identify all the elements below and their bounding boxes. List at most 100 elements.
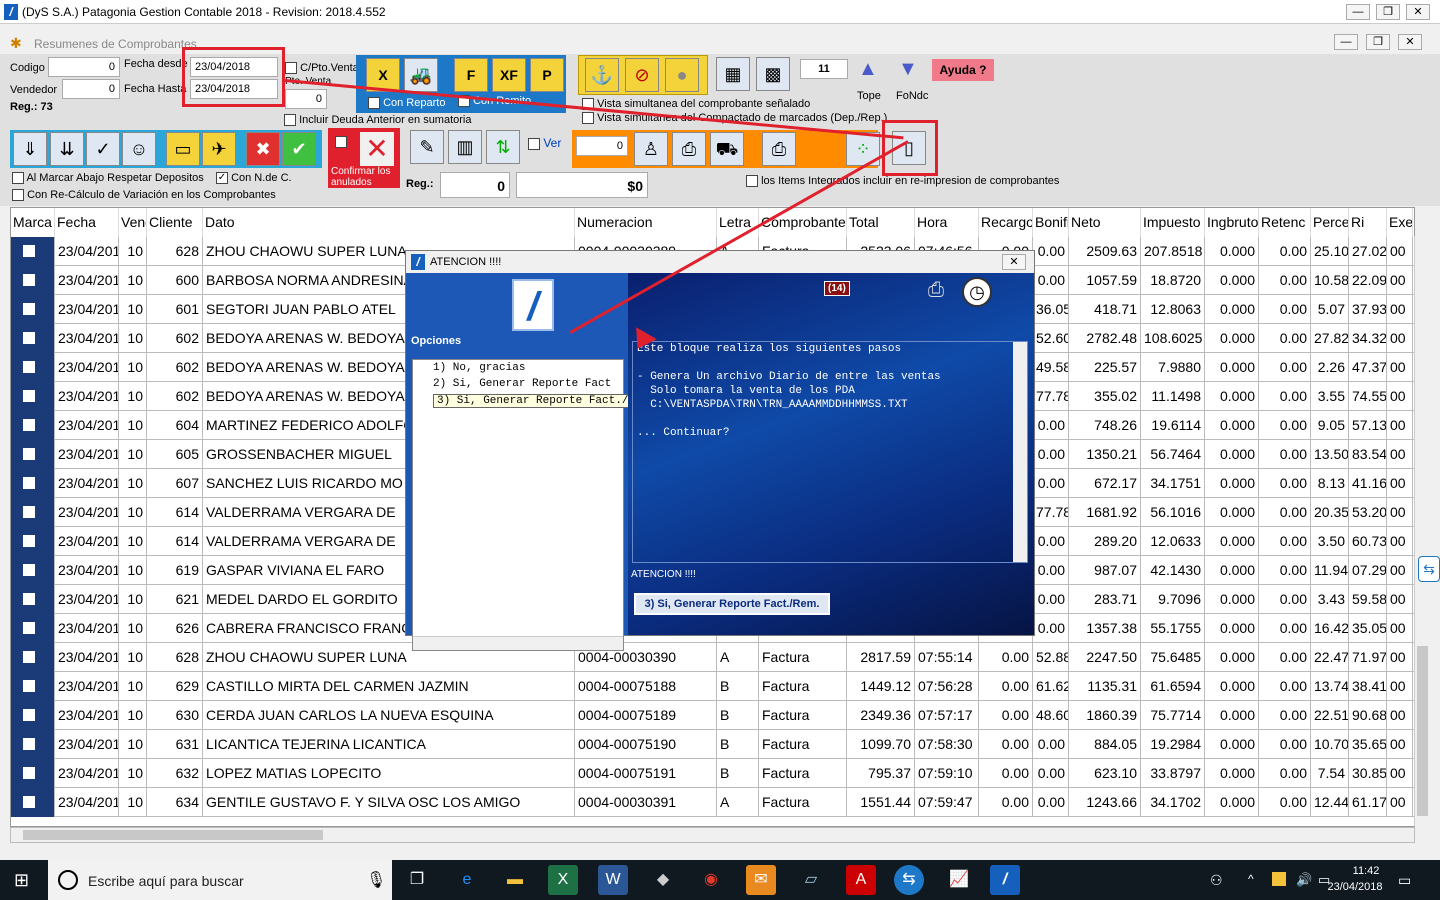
con-reparto-check[interactable]: Con Reparto bbox=[368, 97, 445, 110]
row-mark-checkbox[interactable] bbox=[11, 295, 55, 324]
chevron-up-icon[interactable]: ^ bbox=[1248, 872, 1254, 886]
pallet-icon[interactable]: ▦ bbox=[716, 57, 750, 91]
incluir-deuda-check[interactable]: Incluir Deuda Anterior en sumatoria bbox=[284, 114, 472, 127]
sort-icon[interactable]: ⇅ bbox=[486, 130, 520, 164]
table-row[interactable]: 23/04/201 10 631 LICANTICA TEJERINA LICANTI… bbox=[11, 730, 1414, 759]
column-header[interactable]: Ri bbox=[1349, 208, 1387, 237]
head-icon[interactable]: ● bbox=[665, 58, 699, 92]
generate-report-button[interactable]: 3) Si, Generar Reporte Fact./Rem. bbox=[634, 593, 830, 615]
option-1[interactable]: 1) No, gracias bbox=[433, 362, 525, 374]
table-row[interactable]: 23/04/201 10 629 CASTILLO MIRTA DEL CARMEN … bbox=[11, 672, 1414, 701]
tray-app-icon[interactable] bbox=[1272, 872, 1286, 886]
column-header[interactable]: Vend bbox=[119, 208, 147, 237]
tope-icon[interactable]: ▲ bbox=[858, 58, 882, 82]
column-header[interactable]: Numeracion bbox=[575, 208, 717, 237]
child-restore-button[interactable]: ❐ bbox=[1366, 34, 1390, 50]
column-header[interactable]: Dato bbox=[203, 208, 575, 237]
fecha-hasta-input[interactable]: 23/04/2018 bbox=[190, 79, 278, 99]
column-header[interactable]: Comprobante bbox=[759, 208, 847, 237]
confirmar-check[interactable] bbox=[335, 136, 347, 148]
printer-icon[interactable]: ⎙ bbox=[928, 279, 956, 305]
confirmar-anulados-panel[interactable]: ✕ Confirmar los anulados bbox=[328, 128, 400, 188]
row-mark-checkbox[interactable] bbox=[11, 324, 55, 353]
edit-document-icon[interactable]: ✎ bbox=[410, 130, 444, 164]
accept-icon[interactable]: ✔ bbox=[282, 132, 316, 166]
ptoventa-input[interactable]: 0 bbox=[285, 89, 327, 109]
file-explorer-icon[interactable]: ▬ bbox=[500, 865, 530, 895]
row-mark-checkbox[interactable] bbox=[11, 498, 55, 527]
mark-all-icon[interactable]: ⇊ bbox=[50, 132, 84, 166]
printer-icon[interactable]: ⎙ bbox=[762, 132, 796, 166]
fondc-icon[interactable]: ▼ bbox=[898, 58, 922, 82]
child-minimize-button[interactable]: — bbox=[1334, 34, 1358, 50]
row-mark-checkbox[interactable] bbox=[11, 759, 55, 788]
row-mark-checkbox[interactable] bbox=[11, 411, 55, 440]
table-row[interactable]: 23/04/201 10 632 LOPEZ MATIAS LOPECITO 0004-… bbox=[11, 759, 1414, 788]
truck-icon[interactable]: ⛟ bbox=[710, 132, 744, 166]
restore-button[interactable]: ❐ bbox=[1376, 4, 1400, 20]
info-scrollbar[interactable] bbox=[1013, 342, 1027, 562]
chart-app-icon[interactable]: 📈 bbox=[944, 865, 974, 895]
teamviewer-icon[interactable]: ⇆ bbox=[894, 865, 924, 895]
notifications-icon[interactable]: ▭ bbox=[1398, 872, 1411, 889]
horizontal-scrollbar-thumb[interactable] bbox=[23, 830, 323, 840]
row-mark-checkbox[interactable] bbox=[11, 266, 55, 295]
clock-time[interactable]: 11:42 bbox=[1336, 865, 1396, 877]
con-ndec-check[interactable]: Con N.de C. bbox=[216, 172, 292, 185]
folder-icon[interactable]: ▭ bbox=[166, 132, 200, 166]
anchor-icon[interactable]: ⚓ bbox=[585, 58, 619, 92]
excel-icon[interactable]: X bbox=[548, 865, 578, 895]
codigo-input[interactable]: 0 bbox=[48, 57, 120, 77]
check-person-icon[interactable]: ✓ bbox=[86, 132, 120, 166]
column-header[interactable]: Ingbruto bbox=[1205, 208, 1259, 237]
chrome-icon[interactable]: ◉ bbox=[696, 865, 726, 895]
column-header[interactable]: Exe bbox=[1387, 208, 1413, 237]
column-header[interactable]: Marca bbox=[11, 208, 55, 237]
child-close-button[interactable]: ✕ bbox=[1398, 34, 1422, 50]
microphone-icon[interactable]: 🎙 bbox=[366, 870, 386, 890]
teamviewer-side-icon[interactable]: ⇆ bbox=[1418, 556, 1440, 582]
cptoventa-check[interactable]: C/Pto.Venta bbox=[285, 62, 359, 75]
outlook-icon[interactable]: ✉ bbox=[746, 865, 776, 895]
options-hscroll[interactable] bbox=[413, 636, 623, 650]
option-2[interactable]: 2) Si, Generar Reporte Fact bbox=[433, 378, 623, 390]
minimize-button[interactable]: — bbox=[1346, 4, 1370, 20]
table-row[interactable]: 23/04/20110628ZHOU CHAOWU SUPER LUNA0004… bbox=[11, 643, 1414, 672]
vista-simultanea-check[interactable]: Vista simultanea del comprobante señalad… bbox=[582, 98, 810, 111]
row-mark-checkbox[interactable] bbox=[11, 382, 55, 411]
row-mark-checkbox[interactable] bbox=[11, 469, 55, 498]
column-header[interactable]: Recargo bbox=[979, 208, 1033, 237]
column-header[interactable]: Retenc bbox=[1259, 208, 1311, 237]
clock-icon[interactable]: ◷ bbox=[962, 277, 992, 307]
row-mark-checkbox[interactable] bbox=[11, 353, 55, 382]
people-icon[interactable]: ⚇ bbox=[1210, 872, 1223, 889]
xf-report-button[interactable]: XF bbox=[492, 58, 526, 92]
vertical-scrollbar-thumb[interactable] bbox=[1417, 646, 1428, 816]
ayuda-button[interactable]: Ayuda ? bbox=[932, 59, 994, 81]
row-mark-checkbox[interactable] bbox=[11, 527, 55, 556]
vertical-scrollbar[interactable] bbox=[1414, 236, 1430, 826]
cancel-icon[interactable]: ✖ bbox=[246, 132, 280, 166]
patagonia-app-icon[interactable]: / bbox=[990, 865, 1020, 895]
horizontal-scrollbar[interactable] bbox=[10, 827, 1415, 843]
printer-stack-icon[interactable]: ⎙ bbox=[672, 132, 706, 166]
orange-spinner[interactable]: 0 bbox=[576, 136, 628, 156]
copies-spinner[interactable]: 11 bbox=[800, 59, 848, 79]
row-mark-checkbox[interactable] bbox=[11, 440, 55, 469]
row-mark-checkbox[interactable] bbox=[11, 730, 55, 759]
edge-icon[interactable]: e bbox=[452, 865, 482, 895]
row-mark-checkbox[interactable] bbox=[11, 585, 55, 614]
compass-icon[interactable]: ⊘ bbox=[625, 58, 659, 92]
row-mark-checkbox[interactable] bbox=[11, 237, 55, 266]
p-report-button[interactable]: P bbox=[530, 58, 564, 92]
row-mark-checkbox[interactable] bbox=[11, 788, 55, 817]
mark-down-icon[interactable]: ⇓ bbox=[13, 132, 47, 166]
items-integrados-check[interactable]: los Items Integrados incluir en re-impre… bbox=[746, 175, 1059, 188]
ver-check[interactable]: Ver bbox=[528, 136, 561, 150]
calculator2-icon[interactable]: ▥ bbox=[448, 130, 482, 164]
column-header[interactable]: Percep bbox=[1311, 208, 1349, 237]
row-mark-checkbox[interactable] bbox=[11, 614, 55, 643]
option-3[interactable]: 3) Si, Generar Reporte Fact./Rem. bbox=[433, 394, 659, 408]
person-icon[interactable]: ☺ bbox=[122, 132, 156, 166]
taskbar-search[interactable]: Escribe aquí para buscar 🎙 bbox=[48, 860, 392, 900]
